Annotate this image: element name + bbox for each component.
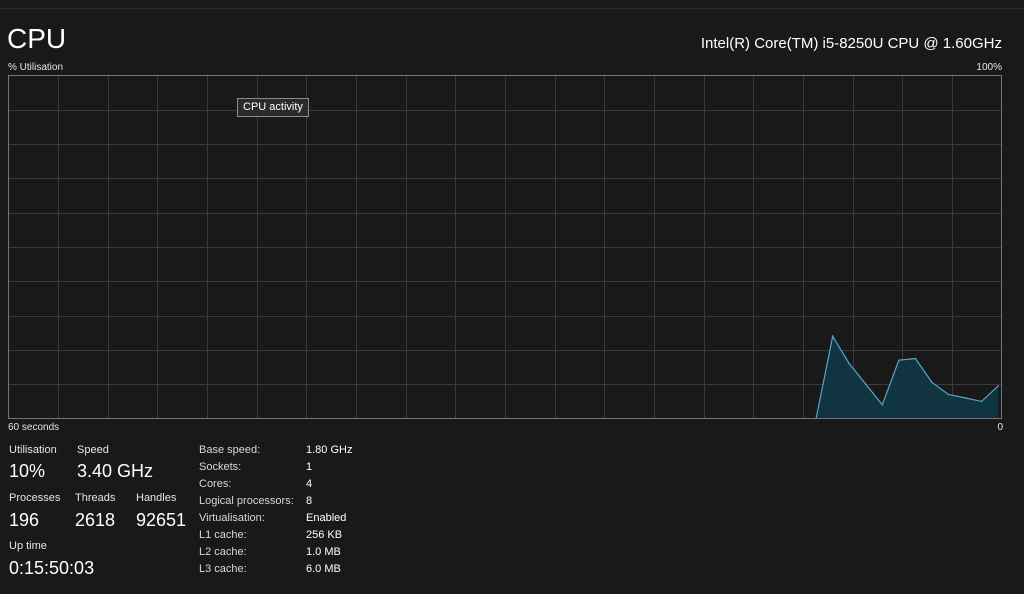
detail-label: L1 cache:: [199, 529, 247, 541]
detail-row-logical-processors: Logical processors: 8: [199, 494, 399, 511]
detail-value: 1: [306, 461, 313, 473]
cpu-model-name: Intel(R) Core(TM) i5-8250U CPU @ 1.60GHz: [700, 35, 1002, 52]
cpu-data-point: [964, 397, 966, 399]
detail-row-l1-cache: L1 cache: 256 KB: [199, 528, 399, 545]
cpu-graph-svg[interactable]: [8, 75, 1002, 419]
speed-label: Speed: [77, 444, 109, 456]
detail-row-base-speed: Base speed: 1.80 GHz: [199, 443, 399, 460]
cpu-data-point: [947, 393, 950, 396]
cpu-data-point: [931, 381, 933, 384]
cpu-data-point: [997, 385, 999, 387]
detail-row-l3-cache: L3 cache: 6.0 MB: [199, 562, 399, 579]
cpu-utilisation-graph[interactable]: [8, 75, 1002, 419]
detail-row-virtualisation: Virtualisation: Enabled: [199, 511, 399, 528]
detail-value: 6.0 MB: [306, 563, 341, 575]
cpu-data-point: [831, 335, 834, 338]
threads-label: Threads: [75, 492, 116, 504]
top-divider: [0, 8, 1024, 9]
detail-value: Enabled: [306, 512, 347, 524]
uptime-label: Up time: [9, 540, 47, 552]
detail-label: L2 cache:: [199, 546, 247, 558]
processes-value: 196: [9, 510, 40, 530]
detail-value: 256 KB: [306, 529, 343, 541]
detail-row-l2-cache: L2 cache: 1.0 MB: [199, 545, 399, 562]
detail-value: 1.80 GHz: [306, 444, 353, 456]
x-axis-right-label: 0: [997, 422, 1003, 433]
processes-label: Processes: [9, 492, 61, 504]
cpu-data-point: [980, 400, 983, 403]
cpu-data-point: [881, 404, 884, 406]
cpu-data-point: [848, 362, 850, 365]
detail-value: 8: [306, 495, 313, 507]
handles-value: 92651: [136, 510, 187, 530]
detail-label: Logical processors:: [199, 495, 294, 507]
page-title: CPU: [7, 23, 67, 54]
utilisation-value: 10%: [9, 461, 46, 481]
y-axis-max-label: 100%: [976, 62, 1002, 73]
cpu-data-point: [865, 383, 867, 386]
detail-label: Sockets:: [199, 461, 242, 473]
cpu-data-point: [914, 357, 917, 360]
x-axis-left-label: 60 seconds: [8, 422, 60, 433]
detail-row-cores: Cores: 4: [199, 477, 399, 494]
detail-label: Cores:: [199, 478, 232, 490]
speed-value: 3.40 GHz: [77, 461, 154, 481]
detail-label: Virtualisation:: [199, 512, 265, 524]
uptime-value: 0:15:50:03: [9, 558, 95, 578]
detail-label: L3 cache:: [199, 563, 247, 575]
utilisation-label: Utilisation: [9, 444, 57, 456]
cpu-data-point: [898, 359, 900, 362]
threads-value: 2618: [75, 510, 116, 530]
detail-label: Base speed:: [199, 444, 261, 456]
y-axis-label: % Utilisation: [8, 62, 64, 73]
detail-value: 1.0 MB: [306, 546, 341, 558]
detail-row-sockets: Sockets: 1: [199, 460, 399, 477]
cpu-activity-tooltip: CPU activity: [237, 98, 309, 117]
detail-value: 4: [306, 478, 313, 490]
handles-label: Handles: [136, 492, 177, 504]
